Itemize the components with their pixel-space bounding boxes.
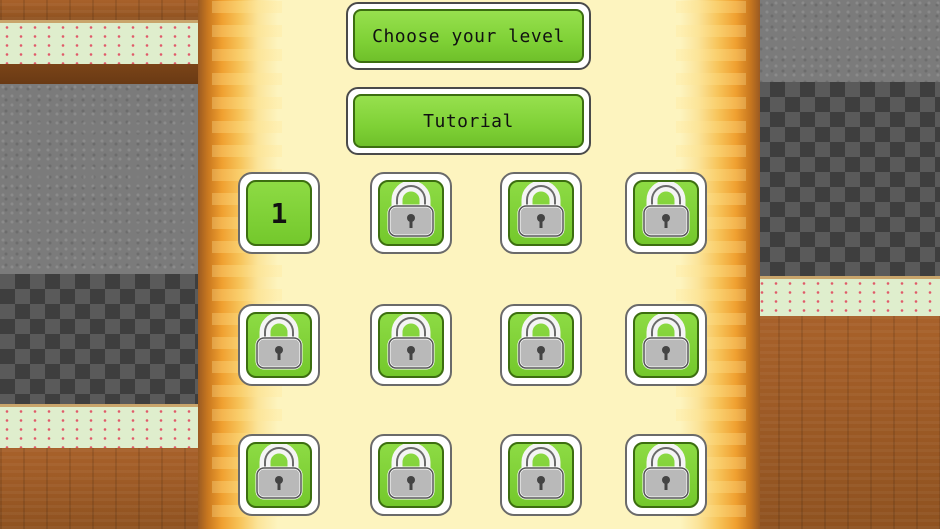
choose-level-button[interactable]: Choose your level (346, 2, 591, 70)
level-tile-face (378, 442, 444, 508)
mint-tile-strip (0, 404, 205, 454)
level-tile-face (246, 312, 312, 378)
left-background (0, 0, 205, 529)
padlock-icon (638, 180, 694, 244)
choose-level-label: Choose your level (353, 9, 584, 63)
level-number: 1 (270, 196, 288, 230)
checker-floor (0, 274, 205, 404)
padlock-icon (383, 442, 439, 506)
tutorial-button[interactable]: Tutorial (346, 87, 591, 155)
level-button-locked[interactable] (500, 434, 582, 516)
level-button-locked[interactable] (370, 434, 452, 516)
level-tile-face: 1 (246, 180, 312, 246)
level-tile-face (633, 442, 699, 508)
level-button-locked[interactable] (500, 172, 582, 254)
tutorial-label: Tutorial (353, 94, 584, 148)
level-button-locked[interactable] (625, 304, 707, 386)
level-tile-face (378, 180, 444, 246)
level-button-locked[interactable] (625, 172, 707, 254)
wood-floor-strip (0, 0, 205, 20)
padlock-icon (513, 312, 569, 376)
checker-floor (755, 82, 940, 276)
padlock-icon (251, 442, 307, 506)
level-tile-face (508, 312, 574, 378)
level-tile-face (633, 312, 699, 378)
padlock-icon (251, 312, 307, 376)
wood-floor-strip (0, 64, 205, 84)
level-button-locked[interactable] (238, 304, 320, 386)
wood-floor (0, 448, 205, 529)
stone-floor (0, 84, 205, 274)
wood-floor (755, 316, 940, 529)
level-tile-face (508, 180, 574, 246)
level-button-1[interactable]: 1 (238, 172, 320, 254)
level-button-locked[interactable] (625, 434, 707, 516)
level-button-locked[interactable] (238, 434, 320, 516)
level-button-locked[interactable] (370, 304, 452, 386)
stone-floor (755, 0, 940, 82)
level-tile-face (508, 442, 574, 508)
padlock-icon (383, 180, 439, 244)
level-button-locked[interactable] (500, 304, 582, 386)
padlock-icon (513, 442, 569, 506)
padlock-icon (638, 312, 694, 376)
level-tile-face (378, 312, 444, 378)
padlock-icon (383, 312, 439, 376)
mint-tile-strip (0, 20, 205, 70)
level-tile-face (246, 442, 312, 508)
level-button-locked[interactable] (370, 172, 452, 254)
padlock-icon (513, 180, 569, 244)
padlock-icon (638, 442, 694, 506)
level-tile-face (633, 180, 699, 246)
right-background (755, 0, 940, 529)
